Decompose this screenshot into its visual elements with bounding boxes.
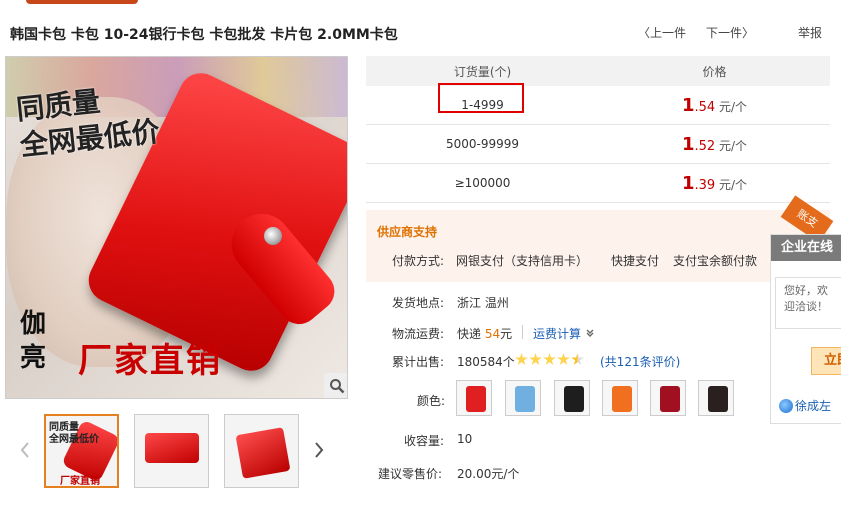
brand-mark: 伽亮 [20,309,47,373]
price-integer: 1 [681,94,695,116]
qty-cell: ≥100000 [366,176,599,190]
price-decimal: .54 [694,99,716,115]
color-swatch-black[interactable] [554,380,590,416]
rating-stars [515,353,585,367]
chat-title: 企业在线 [771,235,841,261]
price-decimal: .39 [694,177,716,193]
sold-label: 累计出售: [392,355,445,369]
retail-price-label: 建议零售价: [378,467,443,481]
retail-price-value: 20.00元/个 [457,467,520,481]
contact-name: 徐成左 [795,399,832,413]
zoom-icon[interactable] [324,373,347,398]
color-label: 颜色: [417,394,446,408]
wallet-snap-button [264,227,282,245]
freight-value: 快递 54元 [457,325,512,342]
report-link[interactable]: 举报 [798,24,822,41]
highlight-box [438,83,524,113]
freight-calc-label: 运费计算 [533,327,582,341]
qty-value: ≥100000 [454,176,511,190]
thumb-promo-line-1: 同质量 [49,422,79,433]
payment-method-quick: 快捷支付 [611,254,660,268]
chat-contact[interactable]: 徐成左 [779,397,831,414]
payment-method-bank: 网银支付（支持信用卡） [456,254,589,268]
payment-label: 付款方式: [392,254,445,268]
price-row: 5000-99999 1.52 元/个 [366,125,830,164]
thumb-promo-bottom: 厂家直销 [60,476,100,487]
qty-value: 5000-99999 [445,137,520,151]
supplier-support-panel: 供应商支持 付款方式: 网银支付（支持信用卡） 快捷支付 支付宝余额付款 [366,210,830,282]
price-unit: 元/个 [719,138,748,153]
thumbnail-2[interactable] [134,414,209,488]
price-cell: 1.39 元/个 [599,173,830,194]
payment-method-alipay: 支付宝余额付款 [673,254,758,268]
swatch-color [564,386,584,412]
star-icon [557,353,570,365]
thumb-wallet [235,427,291,479]
freight-prefix: 快递 [457,327,482,341]
qty-cell: 1-4999 [366,83,599,113]
online-chat-widget: 企业在线 您好，欢迎洽谈！ 立即 徐成左 [770,234,841,424]
thumb-promo-line-2: 全网最低价 [49,434,99,445]
freight-calc-link[interactable]: 运费计算 [533,325,595,342]
capacity-value: 10 [457,432,473,446]
swatch-color [660,386,680,412]
next-item-link[interactable]: 下一件〉 [706,24,754,41]
color-swatch-brown[interactable] [698,380,734,416]
swatch-color [612,386,632,412]
main-product-image[interactable]: 同质量 全网最低价 伽亮 厂家直销 [5,56,348,399]
freight-suffix: 元 [500,327,513,341]
freight-label: 物流运费: [392,327,445,341]
capacity-label: 收容量: [404,434,445,448]
star-icon [515,353,528,365]
support-title: 供应商支持 [377,225,438,239]
reviews-link[interactable]: (共121条评价) [600,353,680,370]
swatch-color [466,386,486,412]
product-title: 韩国卡包 卡包 10-24银行卡包 卡包批发 卡片包 2.0MM卡包 [10,27,398,43]
thumb-next-arrow-icon[interactable] [312,440,326,460]
chevron-down-icon [585,327,595,341]
swatch-color [708,386,728,412]
star-icon [543,353,556,365]
price-decimal: .52 [694,138,716,154]
freight-amount: 54 [484,327,501,341]
price-integer: 1 [681,133,695,155]
price-cell: 1.54 元/个 [599,95,830,116]
chat-message: 您好，欢迎洽谈！ [775,277,841,329]
color-swatch-blue[interactable] [505,380,541,416]
thumb-prev-arrow-icon[interactable] [18,440,32,460]
color-swatch-red[interactable] [456,380,492,416]
promo-text-bottom: 厂家直销 [78,341,222,381]
price-table: 订货量(个) 价格 1-4999 1.54 元/个 5000-99999 1.5… [366,56,830,203]
price-unit: 元/个 [719,99,748,114]
col-header-price: 价格 [702,64,727,79]
thumb-promo: 同质量 全网最低价 [49,422,99,446]
divider [522,325,523,339]
price-unit: 元/个 [719,177,748,192]
sold-value: 180584个 [457,355,515,369]
price-table-header: 订货量(个) 价格 [366,56,830,86]
qty-cell: 5000-99999 [366,137,599,151]
price-row: 1-4999 1.54 元/个 [366,83,830,125]
thumbnail-1[interactable]: 同质量 全网最低价 厂家直销 [44,414,119,488]
star-icon [529,353,542,365]
color-swatch-orange[interactable] [602,380,638,416]
thumb-wallet [145,433,199,463]
ship-from-label: 发货地点: [392,296,445,310]
swatch-color [515,386,535,412]
chat-start-button[interactable]: 立即 [811,347,841,375]
price-integer: 1 [681,172,695,194]
price-cell: 1.52 元/个 [599,134,830,155]
thumbnail-3[interactable] [224,414,299,488]
top-tab-decoration [26,0,138,4]
half-star-icon [571,353,584,365]
col-header-quantity: 订货量(个) [453,64,512,79]
price-row: ≥100000 1.39 元/个 [366,164,830,203]
contact-avatar-icon [779,399,793,413]
prev-item-link[interactable]: 〈上一件 [638,24,686,41]
promo-text-top: 同质量 全网最低价 [15,78,162,164]
ship-from-value: 浙江 温州 [457,296,509,310]
color-swatch-darkred[interactable] [650,380,686,416]
